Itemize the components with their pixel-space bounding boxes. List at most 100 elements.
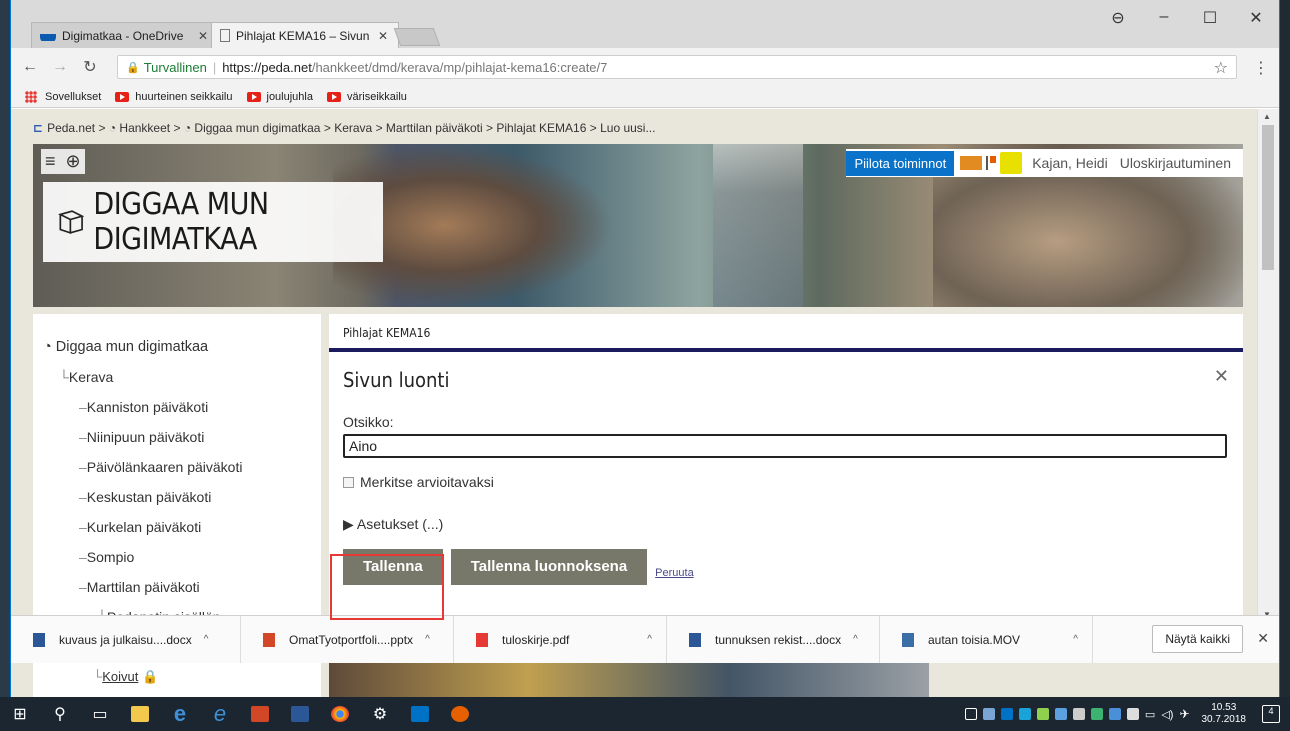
title-input[interactable]: Aino xyxy=(343,434,1227,458)
battery-icon[interactable]: ▭ xyxy=(1145,708,1155,721)
chevron-up-icon[interactable]: ^ xyxy=(853,634,858,645)
tray-icon[interactable] xyxy=(1126,708,1139,720)
save-draft-button[interactable]: Tallenna luonnoksena xyxy=(450,549,648,585)
sidebar-item[interactable]: –Kanniston päiväkoti xyxy=(43,392,321,422)
search-icon[interactable]: ⚲ xyxy=(40,697,80,731)
chevron-up-icon[interactable]: ^ xyxy=(204,634,209,645)
tab-onedrive[interactable]: Digimatkaa - OneDrive ✕ xyxy=(31,22,219,48)
tray-icon[interactable] xyxy=(964,708,977,720)
powerpoint-icon[interactable] xyxy=(240,697,280,731)
breadcrumb-item[interactable]: Peda.net xyxy=(47,121,95,135)
tray-icon[interactable] xyxy=(1054,708,1067,720)
tray-icon[interactable] xyxy=(982,708,995,720)
settings-icon[interactable]: ⚙ xyxy=(360,697,400,731)
lock-icon: 🔒 xyxy=(126,61,140,74)
windows-start-icon[interactable]: ⊞ xyxy=(0,697,40,731)
close-icon[interactable]: ✕ xyxy=(1214,366,1229,387)
chevron-up-icon[interactable]: ^ xyxy=(647,634,652,645)
bookmark-item[interactable]: huurteinen seikkailu xyxy=(115,91,233,103)
hamburger-icon[interactable]: ≡ xyxy=(45,151,56,172)
book-icon xyxy=(58,210,85,235)
sidebar-item[interactable]: –Päivölänkaaren päiväkoti xyxy=(43,452,321,482)
bookmark-item[interactable]: joulujuhla xyxy=(246,91,313,103)
minimize-icon[interactable]: – xyxy=(1141,8,1187,26)
sidebar-item-root[interactable]: ◔ Diggaa mun digimatkaa xyxy=(43,332,321,362)
window-close-icon[interactable]: ✕ xyxy=(1233,8,1279,28)
download-item[interactable]: tuloskirje.pdf ^ xyxy=(454,615,667,664)
sidebar-item[interactable]: –Keskustan päiväkoti xyxy=(43,482,321,512)
pdf-file-icon xyxy=(476,632,488,647)
new-tab-button[interactable] xyxy=(393,28,441,46)
maximize-icon[interactable]: ☐ xyxy=(1187,8,1233,28)
tray-icon[interactable] xyxy=(1090,708,1103,720)
avatar[interactable] xyxy=(1000,152,1023,174)
show-all-button[interactable]: Näytä kaikki xyxy=(1152,625,1243,653)
download-item[interactable]: OmatTyotportfoli....pptx ^ xyxy=(241,615,454,664)
scroll-thumb[interactable] xyxy=(1262,125,1274,270)
back-icon[interactable]: ← xyxy=(19,58,41,76)
word-icon[interactable] xyxy=(280,697,320,731)
logout-link[interactable]: Uloskirjautuminen xyxy=(1120,155,1231,171)
site-title-box[interactable]: DIGGAA MUN DIGIMATKAA xyxy=(43,182,383,262)
edge-icon[interactable]: e xyxy=(160,697,200,731)
assessable-checkbox-row[interactable]: Merkitse arvioitavaksi xyxy=(343,474,1229,490)
tray-icon[interactable] xyxy=(1000,708,1013,720)
scrollbar[interactable]: ▲ ▼ xyxy=(1257,109,1279,697)
scroll-up-icon[interactable]: ▲ xyxy=(1263,112,1271,121)
tray-icon[interactable] xyxy=(1018,708,1031,720)
notification-icon[interactable]: 4 xyxy=(1262,705,1280,723)
breadcrumb-item[interactable]: Hankkeet xyxy=(119,121,170,135)
cancel-link[interactable]: Peruuta xyxy=(655,567,694,579)
forward-icon[interactable]: → xyxy=(49,58,71,76)
lock-icon: 🔒 xyxy=(141,669,159,684)
breadcrumb-item[interactable]: Luo uusi... xyxy=(600,121,655,135)
close-icon[interactable]: ✕ xyxy=(196,29,210,43)
sidebar-item[interactable]: –Sompio xyxy=(43,542,321,572)
folder-icon: ◔ xyxy=(43,339,52,355)
firefox-icon[interactable] xyxy=(440,697,480,731)
checkbox[interactable] xyxy=(343,476,354,488)
flag-icon[interactable] xyxy=(986,156,997,170)
bookmark-apps[interactable]: Sovellukset xyxy=(25,90,101,103)
airplane-icon[interactable]: ✈ xyxy=(1179,707,1189,721)
download-item[interactable]: kuvaus ja julkaisu....docx ^ xyxy=(11,615,241,664)
clock[interactable]: 10.53 30.7.2018 xyxy=(1202,702,1247,726)
breadcrumb-item[interactable]: Marttilan päiväkoti xyxy=(386,121,483,135)
profile-icon[interactable]: ⊖ xyxy=(1095,8,1141,28)
download-item[interactable]: tunnuksen rekist....docx ^ xyxy=(667,615,880,664)
ie-icon[interactable]: e xyxy=(200,697,240,731)
tab-pihlajat[interactable]: Pihlajat KEMA16 – Sivun ✕ xyxy=(211,22,399,48)
download-item[interactable]: autan toisia.MOV ^ xyxy=(880,615,1093,664)
sidebar-item[interactable]: └Koivut 🔒 xyxy=(33,663,321,697)
hide-tools-button[interactable]: Piilota toiminnot xyxy=(846,150,955,176)
bookmark-item[interactable]: väriseikkailu xyxy=(326,91,407,103)
search-icon[interactable]: ⊕ xyxy=(66,151,81,172)
volume-icon[interactable]: ◁) xyxy=(1161,708,1173,721)
tray-icon[interactable] xyxy=(1036,708,1049,720)
reload-icon[interactable]: ↻ xyxy=(79,57,101,77)
sidebar-item[interactable]: –Marttilan päiväkoti xyxy=(43,572,321,602)
sidebar-item[interactable]: –Niinipuun päiväkoti xyxy=(43,422,321,452)
chat-icon[interactable] xyxy=(960,156,983,170)
page-tab[interactable]: Pihlajat KEMA16 xyxy=(329,314,1243,352)
sidebar-item-kerava[interactable]: └Kerava xyxy=(43,362,321,392)
settings-toggle[interactable]: ▶ Asetukset (...) xyxy=(343,516,1229,533)
chevron-up-icon[interactable]: ^ xyxy=(1073,634,1078,645)
close-icon[interactable]: ✕ xyxy=(1257,630,1269,647)
tray-icon[interactable] xyxy=(1072,708,1085,720)
sidebar-item[interactable]: –Kurkelan päiväkoti xyxy=(43,512,321,542)
tray-icon[interactable] xyxy=(1108,708,1121,720)
outlook-icon[interactable] xyxy=(400,697,440,731)
task-view-icon[interactable]: ▭ xyxy=(80,697,120,731)
user-name[interactable]: Kajan, Heidi xyxy=(1032,155,1108,171)
breadcrumb-item[interactable]: Kerava xyxy=(334,121,372,135)
breadcrumb-item[interactable]: Diggaa mun digimatkaa xyxy=(194,121,320,135)
address-bar[interactable]: 🔒 Turvallinen | https://peda.net /hankke… xyxy=(117,55,1237,79)
chevron-up-icon[interactable]: ^ xyxy=(425,634,430,645)
breadcrumb-item[interactable]: Pihlajat KEMA16 xyxy=(496,121,586,135)
close-icon[interactable]: ✕ xyxy=(376,29,390,43)
file-explorer-icon[interactable] xyxy=(120,697,160,731)
chrome-icon[interactable] xyxy=(320,697,360,731)
menu-dots-icon[interactable]: ⋮ xyxy=(1253,58,1269,78)
bookmark-star-icon[interactable]: ☆ xyxy=(1214,58,1228,78)
